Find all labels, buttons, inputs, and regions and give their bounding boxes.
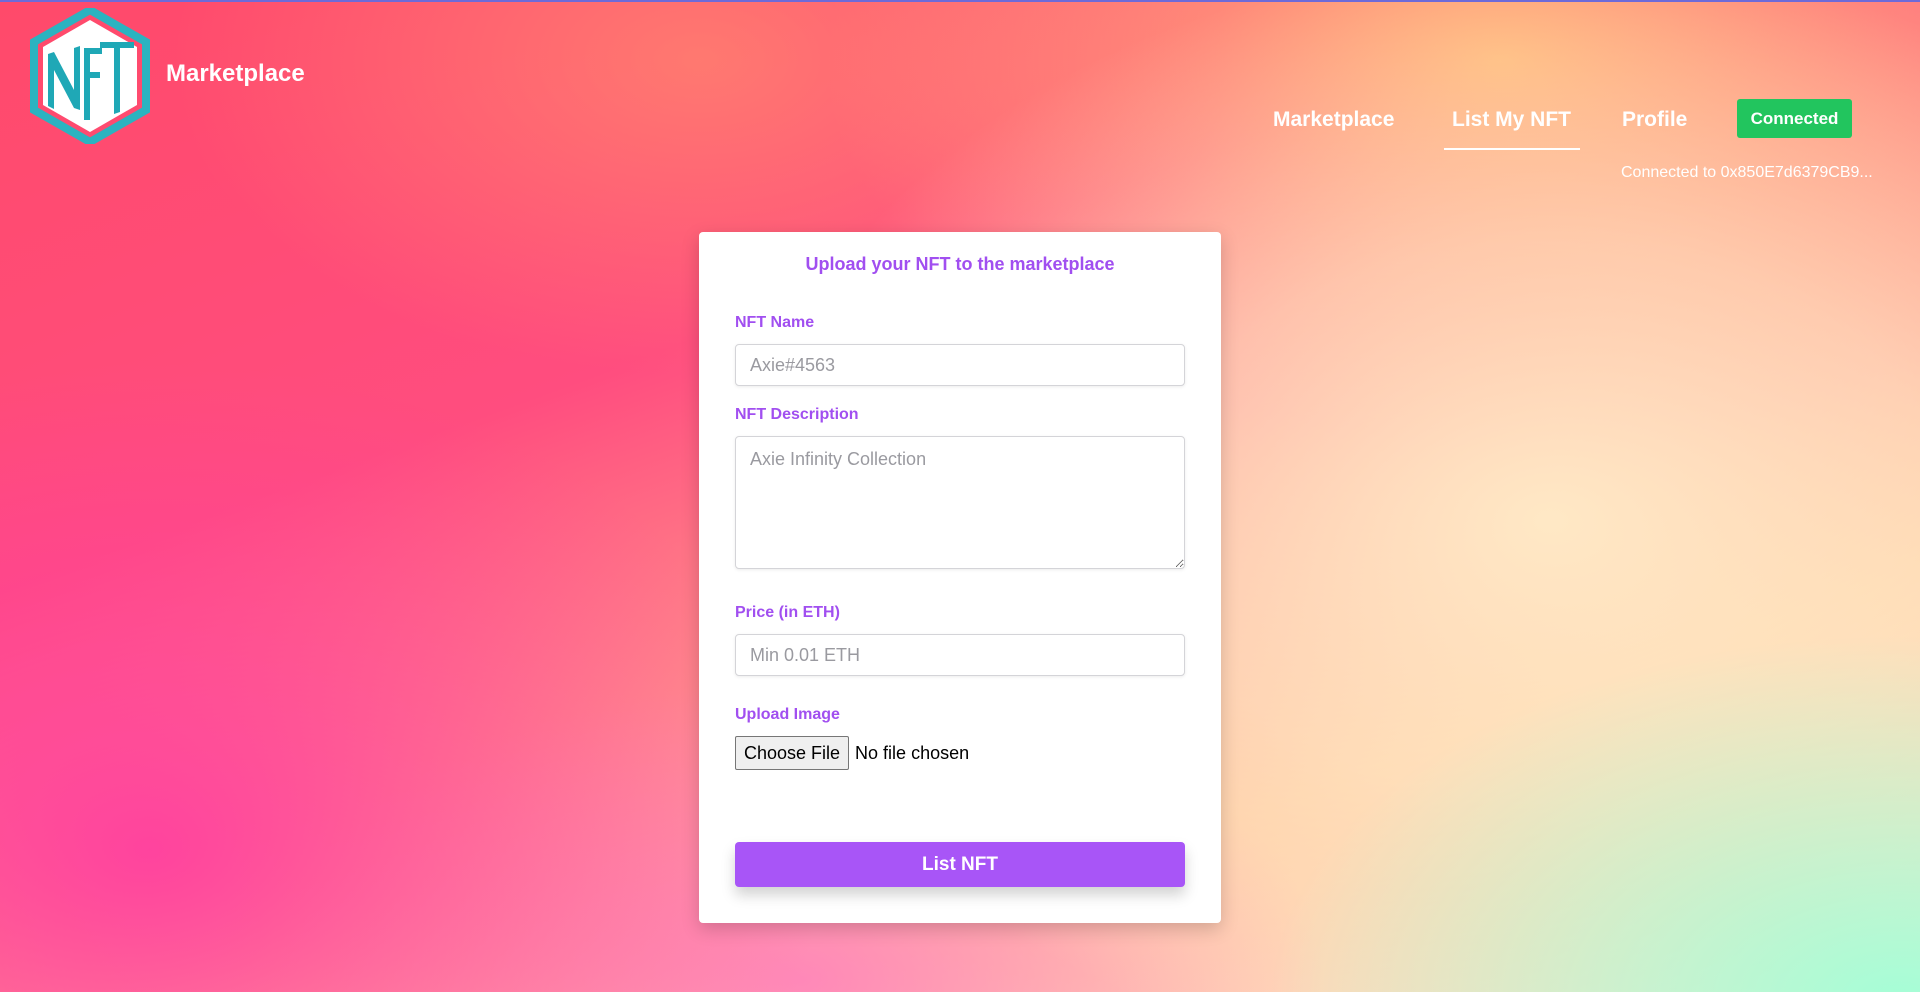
top-nav: Marketplace List My NFT Profile bbox=[0, 108, 1920, 158]
choose-file-button[interactable]: Choose File bbox=[735, 736, 850, 770]
nft-description-label: NFT Description bbox=[735, 406, 859, 423]
file-status-text: No file chosen bbox=[855, 742, 970, 763]
nav-profile[interactable]: Profile bbox=[1622, 108, 1687, 132]
brand-title[interactable]: Marketplace bbox=[166, 60, 305, 88]
file-picker: Choose File No file chosen bbox=[735, 736, 969, 770]
wallet-connected-button[interactable]: Connected bbox=[1737, 99, 1852, 138]
nft-name-input[interactable] bbox=[735, 344, 1185, 386]
top-border bbox=[0, 0, 1920, 2]
nav-list-my-nft[interactable]: List My NFT bbox=[1444, 108, 1580, 150]
upload-image-label: Upload Image bbox=[735, 706, 840, 723]
form-title: Upload your NFT to the marketplace bbox=[805, 254, 1115, 274]
price-input[interactable] bbox=[735, 634, 1185, 676]
price-label: Price (in ETH) bbox=[735, 604, 840, 621]
nft-name-label: NFT Name bbox=[735, 314, 815, 331]
upload-form-card: Upload your NFT to the marketplace NFT N… bbox=[699, 232, 1221, 923]
connected-address: Connected to 0x850E7d6379CB9... bbox=[1621, 164, 1873, 181]
list-nft-button[interactable]: List NFT bbox=[735, 842, 1185, 887]
nav-marketplace[interactable]: Marketplace bbox=[1273, 108, 1394, 132]
nft-description-textarea[interactable] bbox=[735, 436, 1185, 569]
